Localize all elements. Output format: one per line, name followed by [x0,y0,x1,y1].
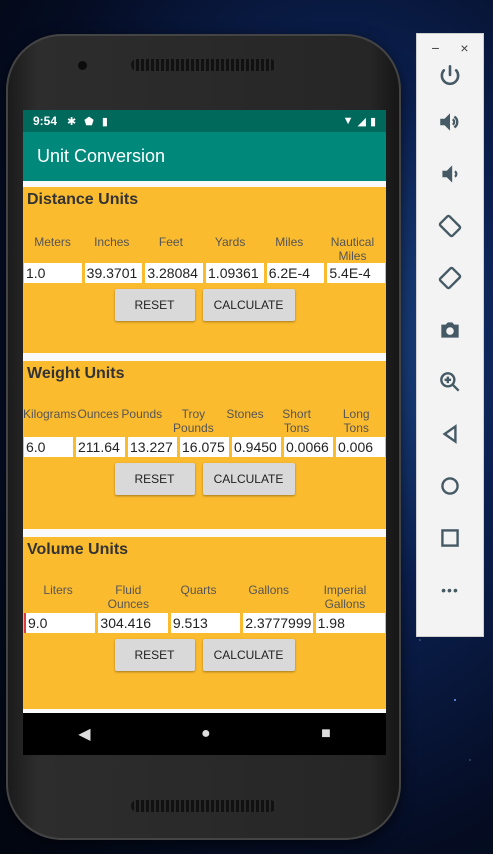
weight-section: Weight Units Kilograms Ounces Pounds Tro… [23,361,386,529]
header-gallons: Gallons [248,583,290,597]
volume-up-icon [440,113,459,131]
device-screen: 9:54 ✱ ⬟ ▮ ▼ ◢ ▮ Unit Conversion Distanc… [23,110,386,755]
header-meters: Meters [34,235,71,249]
header-troy-pounds: Troy Pounds [173,407,214,435]
header-quarts: Quarts [180,583,217,597]
back-icon[interactable]: ◀ [78,724,90,744]
stones-input[interactable]: 0.9450 [232,437,281,457]
volume-down-button[interactable] [417,148,483,200]
meters-input[interactable]: 1.0 [24,263,82,283]
power-icon [440,64,460,86]
header-kilograms: Kilograms [23,407,77,421]
volume-section: Volume Units Liters Fluid Ounces Quarts … [23,537,386,709]
more-button[interactable]: ••• [417,564,483,616]
bottom-speaker [131,800,276,812]
header-ounces: Ounces [77,407,119,421]
status-time: 9:54 [33,114,58,128]
app-bar: Unit Conversion [23,132,386,181]
minimize-button[interactable]: − [431,40,439,56]
overview-nav-button[interactable] [417,512,483,564]
overview-square-icon [441,529,459,547]
shield-icon: ⬟ [84,115,94,128]
short-tons-input[interactable]: 0.0066 [284,437,333,457]
liters-input[interactable]: 9.0 [24,613,96,633]
screenshot-button[interactable] [417,304,483,356]
section-title: Volume Units [27,541,129,558]
wifi-icon: ▼ [342,115,354,127]
header-miles: Miles [275,235,304,249]
home-nav-button[interactable] [417,460,483,512]
home-icon[interactable]: ● [201,725,211,743]
feet-input[interactable]: 3.28084 [145,263,204,283]
emulator-toolbar: − × ••• [416,33,484,637]
pounds-input[interactable]: 13.227 [128,437,177,457]
distance-section: Distance Units Meters Inches Feet Yards … [23,187,386,353]
sd-card-icon: ▮ [101,115,108,128]
nautical-miles-input[interactable]: 5.4E-4 [327,263,386,283]
power-button[interactable] [417,56,483,96]
header-stones: Stones [226,407,264,421]
weight-calculate-button[interactable]: CALCULATE [202,463,295,495]
long-tons-input[interactable]: 0.006 [336,437,385,457]
miles-input[interactable]: 6.2E-4 [266,263,325,283]
top-speaker [131,59,276,71]
close-button[interactable]: × [460,40,468,56]
front-camera [78,61,87,70]
header-liters: Liters [43,583,73,597]
ounces-input[interactable]: 211.64 [76,437,125,457]
rotate-left-icon [438,214,462,238]
android-nav-bar: ◀ ● ■ [23,713,386,755]
header-short-tons: Short Tons [282,407,311,435]
fluid-ounces-input[interactable]: 304.416 [98,613,168,633]
app-title: Unit Conversion [37,146,166,166]
back-triangle-icon [442,424,457,444]
back-nav-button[interactable] [417,408,483,460]
inches-input[interactable]: 39.3701 [84,263,143,283]
section-title: Weight Units [27,365,125,382]
volume-up-button[interactable] [417,96,483,148]
header-nautical-miles: Nautical Miles [330,235,375,263]
volume-calculate-button[interactable]: CALCULATE [202,639,295,671]
zoom-button[interactable] [417,356,483,408]
battery-icon: ▮ [369,115,376,128]
camera-icon [441,322,459,338]
yards-input[interactable]: 1.09361 [206,263,264,283]
recents-icon[interactable]: ■ [321,725,331,743]
imperial-gallons-input[interactable]: 1.98 [315,613,386,633]
quarts-input[interactable]: 9.513 [170,613,241,633]
troy-pounds-input[interactable]: 16.075 [180,437,229,457]
section-title: Distance Units [27,191,139,208]
gallons-input[interactable]: 2.3777999 [243,613,313,633]
rotate-left-button[interactable] [417,200,483,252]
home-circle-icon [441,477,459,495]
signal-icon: ◢ [357,115,366,128]
rotate-right-icon [438,266,462,290]
header-imperial-gallons: Imperial Gallons [323,583,367,611]
header-pounds: Pounds [121,407,163,421]
settings-icon: ✱ [67,115,77,128]
header-feet: Feet [158,235,183,249]
weight-reset-button[interactable]: RESET [114,463,195,495]
header-long-tons: Long Tons [342,407,370,435]
scroll-content[interactable]: Distance Units Meters Inches Feet Yards … [23,181,386,713]
more-icon: ••• [441,582,459,598]
header-inches: Inches [94,235,130,249]
kilograms-input[interactable]: 6.0 [24,437,73,457]
header-fluid-ounces: Fluid Ounces [107,583,149,611]
header-yards: Yards [214,235,246,249]
volume-reset-button[interactable]: RESET [114,639,195,671]
zoom-in-icon [440,372,460,392]
rotate-right-button[interactable] [417,252,483,304]
distance-calculate-button[interactable]: CALCULATE [202,289,295,321]
status-bar: 9:54 ✱ ⬟ ▮ ▼ ◢ ▮ [23,110,386,132]
volume-down-icon [442,165,458,183]
distance-reset-button[interactable]: RESET [114,289,195,321]
